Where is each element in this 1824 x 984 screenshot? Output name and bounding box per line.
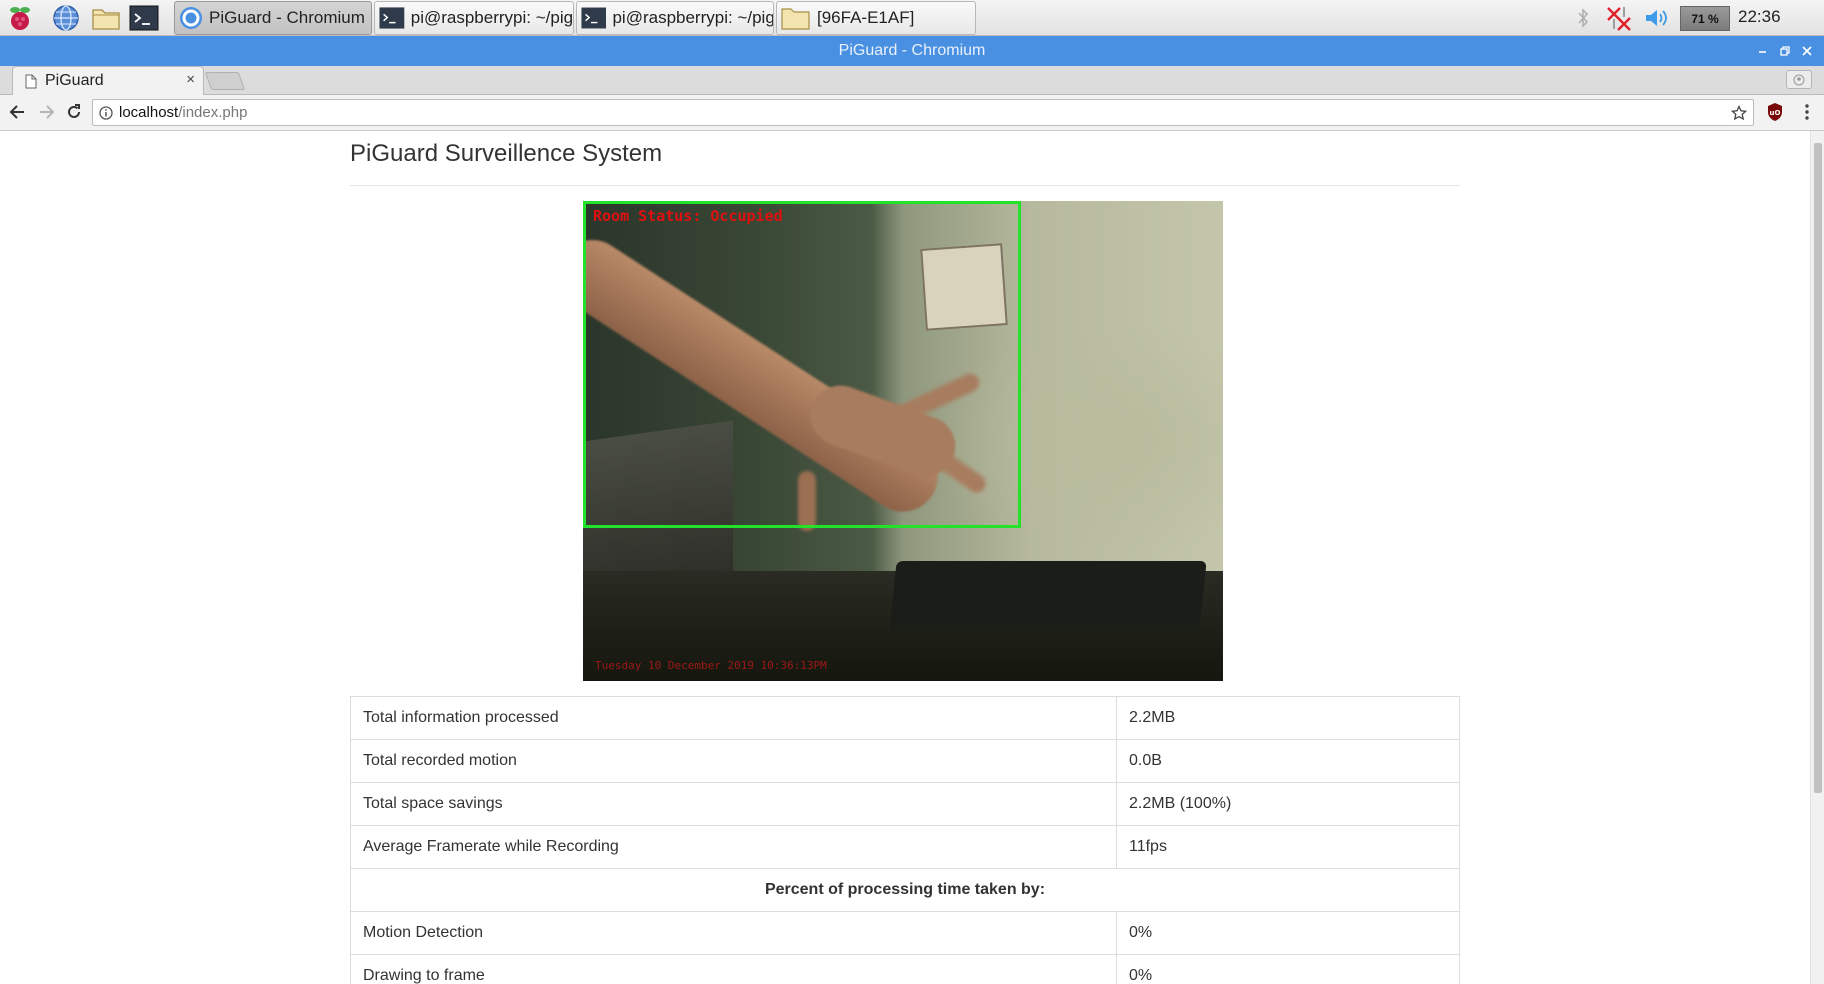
- terminal-icon: [581, 7, 607, 29]
- folder-icon: [781, 8, 810, 30]
- table-row: Drawing to frame 0%: [350, 954, 1460, 984]
- content-container: PiGuard Surveillence System Room Status:…: [350, 131, 1460, 984]
- forward-icon[interactable]: [33, 99, 59, 125]
- stat-value: 0%: [1116, 954, 1460, 984]
- stat-label: Average Framerate while Recording: [350, 825, 1117, 869]
- table-row: Total information processed 2.2MB: [350, 696, 1460, 740]
- back-icon[interactable]: [5, 99, 31, 125]
- taskbar-task-terminal-1[interactable]: pi@raspberrypi: ~/pig...: [374, 1, 574, 35]
- address-bar[interactable]: localhost/index.php: [92, 99, 1754, 126]
- taskbar-task-label: [96FA-E1AF]: [817, 8, 915, 27]
- page-title: PiGuard Surveillence System: [350, 140, 663, 167]
- window-title: PiGuard - Chromium: [838, 42, 986, 59]
- restore-icon[interactable]: [1774, 36, 1796, 66]
- table-row: Total recorded motion 0.0B: [350, 739, 1460, 783]
- table-row: Total space savings 2.2MB (100%): [350, 782, 1460, 826]
- taskbar-task-label: pi@raspberrypi: ~/pig...: [612, 8, 773, 27]
- window-titlebar[interactable]: PiGuard - Chromium: [0, 36, 1824, 66]
- page-scrollbar[interactable]: [1810, 131, 1824, 984]
- stat-value: 0.0B: [1116, 739, 1460, 783]
- tab-title: PiGuard: [45, 72, 104, 89]
- url-path: /index.php: [178, 104, 248, 121]
- table-row: Average Framerate while Recording 11fps: [350, 825, 1460, 869]
- stat-value: 11fps: [1116, 825, 1460, 869]
- reload-icon[interactable]: [61, 99, 87, 125]
- file-manager-launcher-icon[interactable]: [90, 3, 122, 33]
- camera-feed-image: Room Status: Occupied Tuesday 10 Decembe…: [583, 201, 1223, 681]
- stat-label: Motion Detection: [350, 911, 1117, 955]
- minimize-icon[interactable]: [1752, 36, 1774, 66]
- taskbar-task-label: pi@raspberrypi: ~/pig...: [410, 8, 573, 27]
- stat-label: Total space savings: [350, 782, 1117, 826]
- svg-text:uO: uO: [1770, 109, 1781, 117]
- room-status-overlay: Room Status: Occupied: [593, 207, 783, 225]
- raspberry-menu-icon[interactable]: [4, 3, 36, 33]
- url-host: localhost: [119, 104, 179, 121]
- stat-label: Drawing to frame: [350, 954, 1117, 984]
- web-browser-launcher-icon[interactable]: [50, 3, 82, 33]
- taskbar-task-file-manager[interactable]: [96FA-E1AF]: [776, 1, 976, 35]
- tab-piguard[interactable]: PiGuard ×: [12, 66, 204, 95]
- page-viewport: PiGuard Surveillence System Room Status:…: [0, 131, 1810, 984]
- scrollbar-thumb[interactable]: [1814, 143, 1822, 793]
- section-heading: Percent of processing time taken by:: [350, 868, 1460, 912]
- camera-timestamp-overlay: Tuesday 10 December 2019 10:36:13PM: [595, 659, 827, 672]
- browser-toolbar: localhost/index.php uO: [0, 95, 1824, 131]
- menu-kebab-icon[interactable]: [1794, 99, 1820, 125]
- taskbar-task-chromium[interactable]: PiGuard - Chromium: [174, 1, 372, 35]
- bluetooth-icon[interactable]: [1572, 0, 1594, 36]
- info-icon[interactable]: [99, 106, 113, 120]
- close-window-icon[interactable]: [1796, 36, 1818, 66]
- terminal-launcher-icon[interactable]: [128, 3, 160, 33]
- stat-label: Total recorded motion: [350, 739, 1117, 783]
- tab-close-icon[interactable]: ×: [186, 71, 195, 88]
- terminal-icon: [379, 7, 405, 29]
- os-taskbar: PiGuard - Chromium pi@raspberrypi: ~/pig…: [0, 0, 1824, 36]
- ublock-extension-icon[interactable]: uO: [1762, 99, 1788, 125]
- stat-value: 2.2MB (100%): [1116, 782, 1460, 826]
- taskbar-task-terminal-2[interactable]: pi@raspberrypi: ~/pig...: [576, 1, 774, 35]
- stats-table: Total information processed 2.2MB Total …: [350, 696, 1460, 984]
- header-divider: [350, 185, 1460, 186]
- motion-detection-box: [583, 201, 1021, 528]
- chromium-icon: [180, 7, 202, 29]
- page-icon: [25, 74, 37, 89]
- camera-scene-laptop: [889, 561, 1207, 631]
- stat-value: 0%: [1116, 911, 1460, 955]
- profile-icon[interactable]: [1786, 70, 1812, 89]
- new-tab-button[interactable]: [204, 72, 246, 90]
- volume-icon[interactable]: [1642, 0, 1672, 36]
- bookmark-star-icon[interactable]: [1731, 105, 1747, 121]
- stat-label: Total information processed: [350, 696, 1117, 740]
- cpu-usage-indicator[interactable]: 71 %: [1680, 6, 1730, 31]
- taskbar-task-label: PiGuard - Chromium: [209, 8, 365, 27]
- table-row: Motion Detection 0%: [350, 911, 1460, 955]
- tab-strip: PiGuard ×: [0, 66, 1824, 95]
- network-disconnected-icon[interactable]: [1604, 0, 1634, 36]
- stat-value: 2.2MB: [1116, 696, 1460, 740]
- table-section-row: Percent of processing time taken by:: [350, 868, 1460, 912]
- clock[interactable]: 22:36: [1738, 7, 1781, 27]
